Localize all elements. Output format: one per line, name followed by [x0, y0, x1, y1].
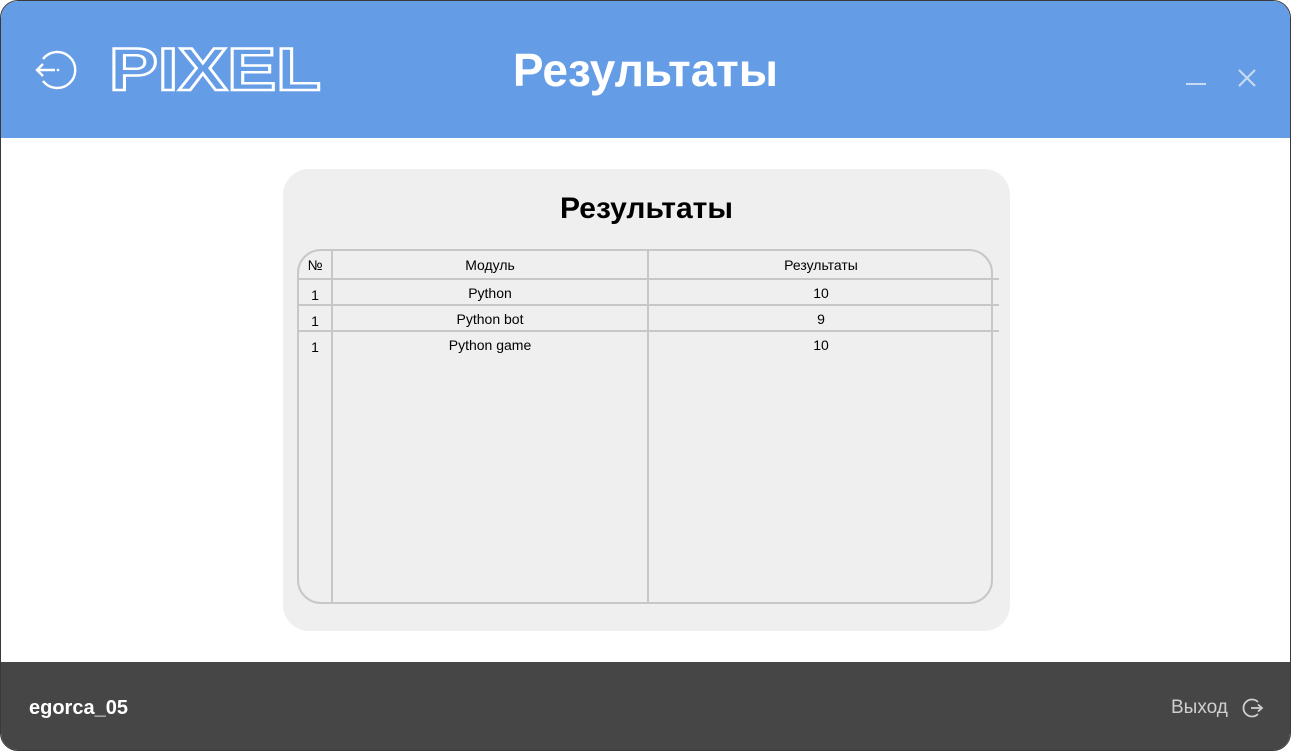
- app-window: PIXEL Результаты Результаты № Модуль Рез…: [0, 0, 1291, 751]
- row-divider: [299, 304, 999, 306]
- table-row-number: 1: [311, 339, 319, 355]
- main-content: Результаты № Модуль Результаты 1 Python …: [1, 138, 1290, 662]
- results-card: Результаты № Модуль Результаты 1 Python …: [283, 169, 1010, 631]
- row-divider: [299, 330, 999, 332]
- logout-icon: [1242, 698, 1264, 718]
- footer-bar: egorca_05 Выход: [1, 662, 1290, 750]
- close-icon[interactable]: [1234, 65, 1260, 91]
- table-row-number: 1: [311, 313, 319, 329]
- minimize-icon[interactable]: [1183, 65, 1209, 91]
- table-row-module: Python bot: [456, 311, 524, 327]
- card-title: Результаты: [560, 192, 733, 225]
- logout-label: Выход: [1171, 697, 1228, 718]
- column-header-number: №: [307, 257, 323, 273]
- table-row-module: Python: [468, 285, 512, 301]
- logout-button[interactable]: Выход: [1171, 694, 1264, 722]
- page-title: Результаты: [512, 44, 779, 96]
- column-header-results: Результаты: [784, 257, 858, 273]
- column-header-module: Модуль: [465, 257, 515, 273]
- table-row-result: 10: [813, 285, 829, 301]
- table-row-result: 9: [817, 311, 825, 327]
- row-divider: [299, 278, 999, 280]
- table-row-result: 10: [813, 337, 829, 353]
- header-bar: PIXEL Результаты: [1, 1, 1290, 138]
- results-table: № Модуль Результаты 1 Python 10 1 Python…: [297, 249, 999, 604]
- username-label: egorca_05: [29, 697, 128, 719]
- table-row-number: 1: [311, 287, 319, 303]
- table-row-module: Python game: [448, 337, 532, 353]
